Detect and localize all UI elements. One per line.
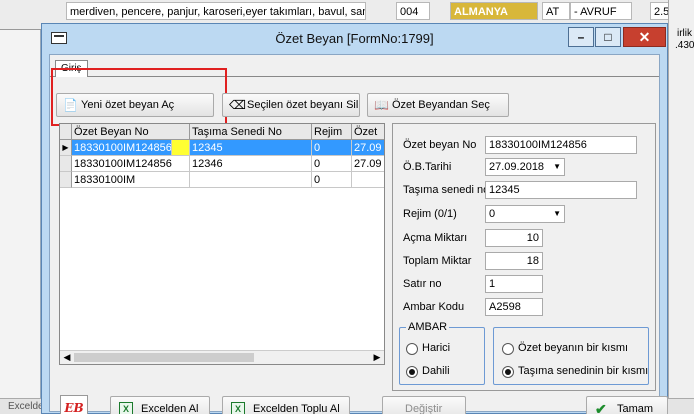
scroll-thumb[interactable] bbox=[74, 353, 254, 362]
select-ozet-beyan-button[interactable]: 📖 Özet Beyandan Seç bbox=[367, 93, 509, 117]
excelden-al-label: Excelden Al bbox=[141, 403, 199, 414]
ozet-kismi-radio[interactable]: Özet beyanın bir kısmı bbox=[502, 342, 628, 355]
dahili-radio[interactable]: Dahili bbox=[406, 365, 450, 378]
ozet-beyan-no-label: Özet beyan No bbox=[403, 139, 477, 151]
column-ozet-beyan-no[interactable]: Özet Beyan No bbox=[72, 124, 190, 140]
grid-header-indicator bbox=[60, 124, 72, 140]
cell-ozet-beyan-no[interactable]: 18330100IM124856 bbox=[72, 140, 172, 156]
ozet-beyan-grid[interactable]: Özet Beyan No Taşıma Senedi No Rejim Öze… bbox=[59, 123, 385, 365]
table-row[interactable]: ▶ 18330100IM124856 12345 0 27.09 bbox=[60, 140, 384, 156]
degistir-button[interactable]: Değiştir bbox=[382, 396, 466, 414]
cell-rejim[interactable]: 0 bbox=[312, 156, 352, 172]
bg-code-cell: 004 bbox=[396, 2, 430, 20]
ambar-kodu-label: Ambar Kodu bbox=[403, 301, 465, 313]
toplam-miktar-field[interactable]: 18 bbox=[485, 252, 543, 270]
select-ozet-beyan-label: Özet Beyandan Seç bbox=[392, 99, 490, 111]
minimize-button[interactable]: – bbox=[568, 27, 594, 47]
checkmark-icon: ✔ bbox=[595, 401, 607, 414]
new-ozet-beyan-button[interactable]: 📄 Yeni özet beyan Aç bbox=[56, 93, 214, 117]
tasima-senedi-field[interactable]: 12345 bbox=[485, 181, 637, 199]
ambar-group-label: AMBAR bbox=[406, 321, 450, 333]
row-indicator bbox=[60, 156, 72, 172]
row-pointer-icon: ▶ bbox=[60, 140, 72, 156]
dialog-client-area: Giriş 📄 Yeni özet beyan Aç ⌫ Seçilen öze… bbox=[49, 54, 668, 414]
eraser-icon: ⌫ bbox=[229, 98, 246, 112]
column-ozet[interactable]: Özet bbox=[352, 124, 384, 140]
row-indicator bbox=[60, 172, 72, 188]
tamam-button[interactable]: ✔ Tamam bbox=[586, 396, 668, 414]
harici-radio[interactable]: Harici bbox=[406, 342, 450, 355]
satir-no-label: Satır no bbox=[403, 278, 442, 290]
ob-tarihi-picker[interactable]: 27.09.2018 bbox=[485, 158, 565, 176]
tasima-kismi-radio[interactable]: Taşıma senedinin bir kısmı bbox=[502, 365, 648, 378]
scroll-left-icon[interactable]: ◀ bbox=[60, 351, 74, 364]
cell-ozet[interactable]: 27.09 bbox=[352, 140, 384, 156]
cell-tasima-senedi-no[interactable]: 12345 bbox=[190, 140, 312, 156]
ozet-beyan-no-field[interactable]: 18330100IM124856 bbox=[485, 136, 637, 154]
title-bar[interactable]: Özet Beyan [FormNo:1799] – □ ✕ bbox=[42, 24, 667, 54]
cell-rejim[interactable]: 0 bbox=[312, 172, 352, 188]
excelden-toplu-al-label: Excelden Toplu Al bbox=[253, 403, 340, 414]
kisim-group: Özet beyanın bir kısmı Taşıma senedinin … bbox=[493, 327, 649, 385]
tasima-senedi-label: Taşıma senedi no bbox=[403, 184, 490, 196]
acma-miktari-field[interactable]: 10 bbox=[485, 229, 543, 247]
new-document-icon: 📄 bbox=[63, 98, 78, 112]
excelden-al-button[interactable]: X Excelden Al bbox=[110, 396, 210, 414]
delete-ozet-beyan-button[interactable]: ⌫ Seçilen özet beyanı Sil bbox=[222, 93, 360, 117]
cell-tasima-senedi-no[interactable]: 12346 bbox=[190, 156, 312, 172]
bg-country-cell: ALMANYA bbox=[450, 2, 538, 20]
background-right-panel: irlik .430 bbox=[668, 0, 694, 414]
excel-icon: X bbox=[119, 402, 133, 414]
satir-no-field[interactable]: 1 bbox=[485, 275, 543, 293]
bg-description-cell: merdiven, pencere, panjur, karoseri,eyer… bbox=[66, 2, 366, 20]
column-tasima-senedi-no[interactable]: Taşıma Senedi No bbox=[190, 124, 312, 140]
delete-ozet-beyan-label: Seçilen özet beyanı Sil bbox=[247, 99, 359, 111]
bg-at-cell: AT bbox=[542, 2, 570, 20]
rejim-select[interactable]: 0 bbox=[485, 205, 565, 223]
close-button[interactable]: ✕ bbox=[623, 27, 666, 47]
scroll-right-icon[interactable]: ▶ bbox=[370, 351, 384, 364]
acma-miktari-label: Açma Miktarı bbox=[403, 232, 468, 244]
cell-ozet-beyan-no[interactable]: 18330100IM bbox=[72, 172, 190, 188]
bg-right-fragment-1: irlik bbox=[677, 28, 692, 39]
cell-ozet-beyan-no[interactable]: 18330100IM124856 bbox=[72, 156, 190, 172]
grid-horizontal-scrollbar[interactable]: ◀ ▶ bbox=[60, 350, 384, 364]
book-icon: 📖 bbox=[374, 98, 389, 112]
degistir-label: Değiştir bbox=[405, 403, 443, 414]
rejim-label: Rejim (0/1) bbox=[403, 208, 457, 220]
cell-tasima-senedi-no[interactable] bbox=[190, 172, 312, 188]
detail-form: Özet beyan No 18330100IM124856 Ö.B.Tarih… bbox=[392, 123, 656, 391]
ambar-kodu-field[interactable]: A2598 bbox=[485, 298, 543, 316]
maximize-button[interactable]: □ bbox=[595, 27, 621, 47]
eb-logo: EB bbox=[60, 395, 88, 414]
toplam-miktar-label: Toplam Miktar bbox=[403, 255, 472, 267]
grid-header: Özet Beyan No Taşıma Senedi No Rejim Öze… bbox=[60, 124, 384, 140]
ozet-beyan-dialog: Özet Beyan [FormNo:1799] – □ ✕ Giriş 📄 Y… bbox=[41, 23, 668, 414]
table-row[interactable]: 18330100IM124856 12346 0 27.09 bbox=[60, 156, 384, 172]
cell-ozet[interactable]: 27.09 bbox=[352, 156, 384, 172]
background-left-panel bbox=[0, 30, 40, 414]
tamam-label: Tamam bbox=[617, 403, 654, 414]
ambar-group: AMBAR Harici Dahili bbox=[399, 321, 485, 385]
new-ozet-beyan-label: Yeni özet beyan Aç bbox=[81, 99, 175, 111]
ob-tarihi-label: Ö.B.Tarihi bbox=[403, 161, 452, 173]
excel-icon: X bbox=[231, 402, 245, 414]
table-row[interactable]: 18330100IM 0 bbox=[60, 172, 384, 188]
bg-region-cell[interactable]: - AVRUF bbox=[570, 2, 632, 20]
bg-right-fragment-2: .430 bbox=[675, 40, 694, 51]
excelden-toplu-al-button[interactable]: X Excelden Toplu Al bbox=[222, 396, 350, 414]
column-rejim[interactable]: Rejim bbox=[312, 124, 352, 140]
cell-ozet[interactable] bbox=[352, 172, 384, 188]
cell-rejim[interactable]: 0 bbox=[312, 140, 352, 156]
cell-edit-marker bbox=[172, 140, 190, 156]
